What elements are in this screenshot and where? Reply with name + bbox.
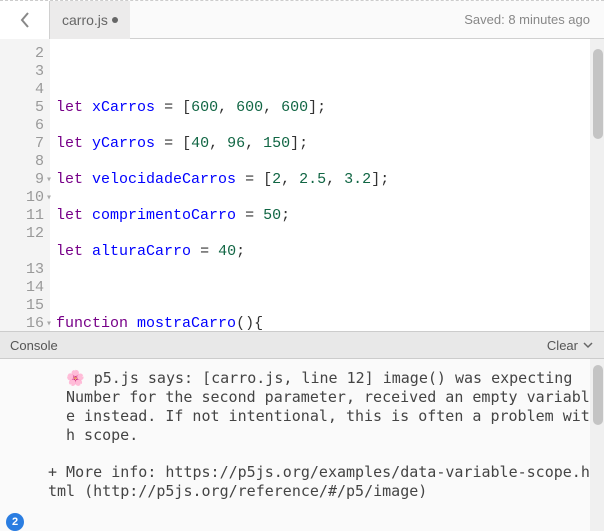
- console-message: 🌸 p5.js says: [carro.js, line 12] image(…: [48, 369, 590, 445]
- fold-icon[interactable]: ▾: [46, 316, 52, 334]
- scrollbar-thumb[interactable]: [593, 365, 603, 425]
- flower-icon: 🌸: [66, 369, 85, 387]
- console-header: Console Clear: [0, 331, 604, 359]
- code-area[interactable]: let xCarros = [600, 600, 600]; let yCarr…: [50, 39, 604, 331]
- fold-icon[interactable]: ▾: [46, 190, 52, 208]
- clear-label: Clear: [547, 338, 578, 353]
- console-panel: 🌸 p5.js says: [carro.js, line 12] image(…: [0, 359, 604, 531]
- fold-icon[interactable]: ▾: [46, 172, 52, 190]
- editor-scrollbar[interactable]: [590, 39, 604, 331]
- console-title: Console: [10, 338, 58, 353]
- back-button[interactable]: [0, 1, 50, 39]
- clear-button[interactable]: Clear: [547, 338, 594, 353]
- error-count-badge[interactable]: 2: [6, 513, 24, 531]
- unsaved-indicator: [112, 17, 118, 23]
- console-message: + More info: https://p5js.org/examples/d…: [48, 463, 590, 501]
- line-gutter: 2 3 4 5 6 7 8 9▾ 10▾ 11 12 13 14 15 16▾: [0, 39, 50, 331]
- code-editor[interactable]: 2 3 4 5 6 7 8 9▾ 10▾ 11 12 13 14 15 16▾ …: [0, 39, 604, 331]
- scrollbar-thumb[interactable]: [593, 49, 603, 139]
- saved-status: Saved: 8 minutes ago: [464, 12, 604, 27]
- file-name: carro.js: [62, 12, 108, 28]
- console-scrollbar[interactable]: [590, 359, 604, 531]
- file-tab[interactable]: carro.js: [50, 1, 130, 39]
- editor-header: carro.js Saved: 8 minutes ago: [0, 1, 604, 39]
- chevron-left-icon: [20, 12, 30, 28]
- chevron-down-icon: [582, 339, 594, 351]
